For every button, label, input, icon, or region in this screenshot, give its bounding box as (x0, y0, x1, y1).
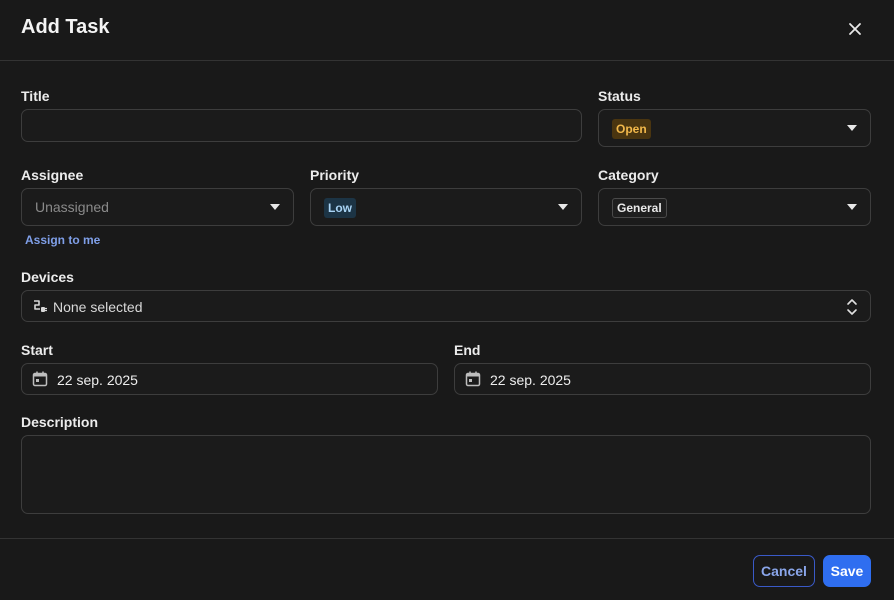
chevron-down-icon (847, 125, 857, 131)
description-label: Description (21, 414, 99, 430)
assignee-select[interactable]: Unassigned (21, 188, 294, 226)
title-input[interactable] (21, 109, 582, 142)
end-date-input[interactable]: 22 sep. 2025 (454, 363, 871, 395)
assign-to-me-link[interactable]: Assign to me (25, 233, 100, 247)
end-label: End (454, 342, 481, 358)
title-label: Title (21, 88, 50, 104)
dialog-header: Add Task (0, 0, 894, 61)
chevron-down-icon (558, 204, 568, 210)
start-date-input[interactable]: 22 sep. 2025 (21, 363, 438, 395)
category-badge: General (612, 198, 667, 218)
devices-value: None selected (53, 299, 143, 315)
calendar-icon (31, 370, 49, 393)
status-badge: Open (612, 119, 651, 139)
category-label: Category (598, 167, 659, 183)
start-date-value: 22 sep. 2025 (57, 372, 138, 388)
priority-badge: Low (324, 198, 356, 218)
priority-select[interactable]: Low (310, 188, 582, 226)
status-label: Status (598, 88, 641, 104)
close-icon[interactable] (845, 19, 865, 39)
dialog-title: Add Task (21, 16, 110, 38)
category-select[interactable]: General (598, 188, 871, 226)
device-plug-icon (31, 298, 49, 321)
devices-select[interactable]: None selected (21, 290, 871, 322)
description-textarea[interactable] (21, 435, 871, 514)
devices-label: Devices (21, 269, 74, 285)
status-select[interactable]: Open (598, 109, 871, 147)
start-label: Start (21, 342, 53, 358)
save-button[interactable]: Save (823, 555, 871, 587)
cancel-button[interactable]: Cancel (753, 555, 815, 587)
chevron-down-icon (847, 204, 857, 210)
priority-label: Priority (310, 167, 360, 183)
end-date-value: 22 sep. 2025 (490, 372, 571, 388)
assignee-label: Assignee (21, 167, 84, 183)
chevron-down-icon (270, 204, 280, 210)
dialog-footer: Cancel Save (0, 538, 894, 600)
assignee-placeholder: Unassigned (35, 199, 109, 215)
add-task-dialog: Add Task Title Status Open Assignee Unas… (0, 0, 894, 600)
unfold-icon (845, 297, 859, 322)
calendar-icon (464, 370, 482, 393)
